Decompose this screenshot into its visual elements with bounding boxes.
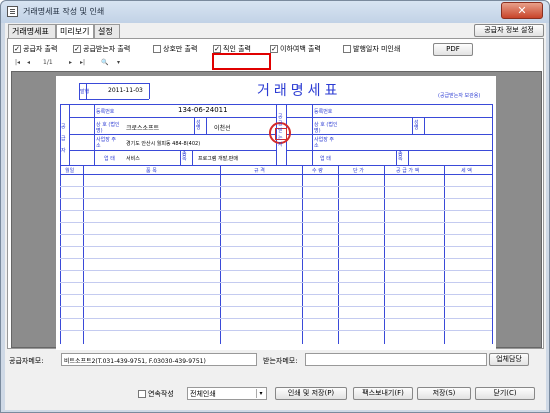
checkbox-icon[interactable]	[138, 390, 146, 398]
receiver-address-label: 사업장 주 소	[314, 137, 334, 149]
supplier-info-button[interactable]: 공급자 정보 설정	[474, 24, 544, 37]
close-button[interactable]: 닫기(C)	[475, 387, 535, 400]
receiver-type-label: 업 태	[320, 156, 331, 162]
receiver-label: 공급받는자	[278, 114, 283, 148]
col-qty: 수 량	[312, 168, 323, 174]
checkbox-checked-icon[interactable]: ✓	[73, 45, 81, 53]
document-viewer[interactable]: 발행 2011-11-03 거래명세표 (공급받는자 보관용) 공급자 등록번호…	[11, 71, 542, 350]
zoom-icon[interactable]: 🔍	[101, 59, 108, 66]
tab-settings[interactable]: 설정	[94, 24, 120, 38]
preview-panel: ✓ 공급자 출력 ✓ 공급받는자 출력 상호만 출력 ✓ 직인 출력 ✓ 이하여백 출력…	[7, 38, 544, 350]
receiver-name-label: 성명	[414, 120, 419, 131]
option-no-date[interactable]: 발행일자 미인쇄	[343, 44, 400, 54]
date-label: 발행	[80, 89, 90, 95]
dialog-window: 거래명세표 작성 및 인쇄 ✕ 거래명세표 미리보기 설정 공급자 정보 설정 …	[0, 0, 550, 413]
app-icon	[7, 6, 18, 17]
supplier-memo-field[interactable]: 비트소프트2(T.031-439-9751, F.03030-439-9751)	[61, 353, 257, 366]
supplier-label: 공급자	[61, 124, 66, 154]
receiver-reg-label: 등록번호	[314, 109, 333, 115]
item-label: 종목	[182, 151, 187, 162]
pdf-button[interactable]: PDF	[433, 43, 473, 56]
prev-page-icon[interactable]: ◂	[27, 59, 30, 66]
col-supply: 공 급 가 액	[396, 168, 420, 174]
option-supplier-print[interactable]: ✓ 공급자 출력	[13, 44, 57, 54]
address-label: 사업장 주 소	[96, 137, 116, 149]
checkbox-checked-icon[interactable]: ✓	[13, 45, 21, 53]
col-spec: 규 격	[254, 168, 265, 174]
window-title: 거래명세표 작성 및 인쇄	[23, 7, 105, 16]
page-indicator: 1/1	[43, 59, 53, 66]
fax-button[interactable]: 팩스보내기(F)	[353, 387, 413, 400]
supplier-memo-label: 공급자메모:	[9, 357, 44, 365]
checkbox-checked-icon[interactable]: ✓	[270, 45, 278, 53]
option-company-only[interactable]: 상호만 출력	[153, 44, 197, 54]
receiver-memo-field[interactable]	[305, 353, 487, 366]
last-page-icon[interactable]: ▸|	[80, 59, 85, 66]
checkbox-icon[interactable]	[153, 45, 161, 53]
invoice-title: 거래명세표	[257, 83, 342, 99]
memo-row: 공급자메모: 비트소프트2(T.031-439-9751, F.03030-43…	[9, 353, 544, 373]
close-window-button[interactable]: ✕	[501, 2, 543, 19]
next-page-icon[interactable]: ▸	[69, 59, 72, 66]
print-mode-select[interactable]: 전체인쇄 ▾	[187, 387, 267, 400]
tab-preview[interactable]: 미리보기	[56, 24, 94, 39]
col-tax: 세 액	[461, 168, 472, 174]
col-item: 품 목	[146, 168, 157, 174]
col-price: 단 가	[353, 168, 364, 174]
title-bar: 거래명세표 작성 및 인쇄 ✕	[1, 1, 549, 23]
reg-no: 134-06-24011	[178, 106, 228, 114]
chevron-down-icon[interactable]: ▾	[117, 59, 120, 66]
checkbox-icon[interactable]	[343, 45, 351, 53]
option-receiver-print[interactable]: ✓ 공급받는자 출력	[73, 44, 130, 54]
business-item: 프로그램 개발,판매	[198, 156, 238, 162]
invoice-page: 발행 2011-11-03 거래명세표 (공급받는자 보관용) 공급자 등록번호…	[56, 76, 496, 350]
ceo-name: 이천선	[214, 125, 231, 132]
type-label: 업 태	[104, 156, 115, 162]
col-date: 월일	[65, 168, 75, 174]
option-blank-print[interactable]: ✓ 이하여백 출력	[270, 44, 321, 54]
business-type: 서비스	[126, 156, 140, 162]
print-options: ✓ 공급자 출력 ✓ 공급받는자 출력 상호만 출력 ✓ 직인 출력 ✓ 이하여백 출력…	[13, 42, 543, 56]
print-save-button[interactable]: 인쇄 및 저장(P)	[275, 387, 347, 400]
chevron-down-icon[interactable]: ▾	[256, 389, 265, 398]
receiver-memo-label: 받는자메모:	[263, 357, 298, 365]
tab-invoice[interactable]: 거래명세표	[8, 24, 56, 38]
checkbox-checked-icon[interactable]: ✓	[213, 45, 221, 53]
company-name: 크로스소프트	[126, 125, 160, 132]
client-area: 거래명세표 미리보기 설정 공급자 정보 설정 ✓ 공급자 출력 ✓ 공급받는자 출…	[5, 23, 546, 410]
preview-navigation: |◂ ◂ 1/1 ▸ ▸| 🔍 ▾	[13, 58, 543, 69]
continuous-write-option[interactable]: 연속작성	[138, 389, 174, 399]
issue-date: 2011-11-03	[108, 87, 143, 94]
receiver-company-label: 상 호 (법인명)	[314, 122, 338, 134]
save-button[interactable]: 저장(S)	[417, 387, 471, 400]
invoice-subtitle: (공급받는자 보관용)	[438, 93, 481, 99]
first-page-icon[interactable]: |◂	[15, 59, 20, 66]
reg-no-label: 등록번호	[96, 109, 115, 115]
company-label: 상 호 (법인명)	[96, 122, 120, 134]
name-label: 성명	[196, 120, 201, 131]
receiver-item-label: 종목	[398, 151, 403, 162]
address: 경기도 안산시 월피동 484-8(402)	[126, 141, 201, 147]
receiver-contact-button[interactable]: 업체담당	[489, 353, 529, 366]
